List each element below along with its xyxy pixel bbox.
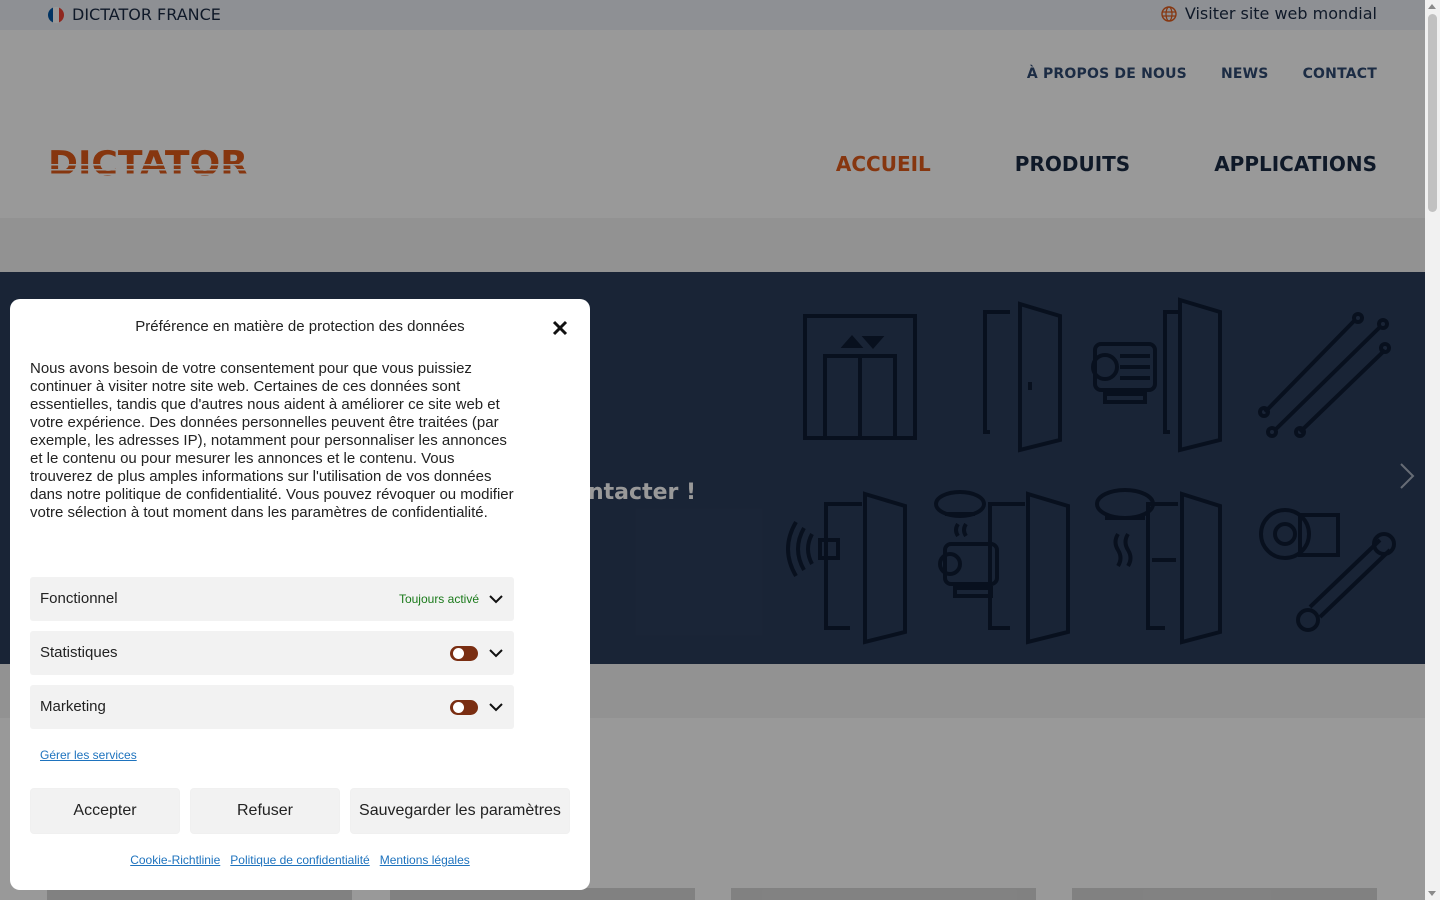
accept-button[interactable]: Accepter <box>30 788 180 834</box>
page-scrollbar[interactable] <box>1425 0 1440 900</box>
category-statistics[interactable]: Statistiques <box>30 631 514 675</box>
manage-services-link[interactable]: Gérer les services <box>40 748 137 762</box>
dialog-title: Préférence en matière de protection des … <box>135 318 465 335</box>
toggle-knob <box>453 702 464 713</box>
always-active-label: Toujours activé <box>398 592 479 606</box>
scroll-up-icon[interactable] <box>1428 4 1436 9</box>
save-settings-button[interactable]: Sauvegarder les paramètres <box>350 788 570 834</box>
cookie-consent-dialog: Préférence en matière de protection des … <box>10 299 590 890</box>
chevron-down-icon[interactable] <box>488 699 504 715</box>
policy-links: Cookie-Richtlinie Politique de confident… <box>10 853 590 867</box>
category-label: Statistiques <box>40 644 118 661</box>
chevron-down-icon[interactable] <box>488 591 504 607</box>
marketing-toggle[interactable] <box>450 700 478 715</box>
category-label: Fonctionnel <box>40 590 118 607</box>
statistics-toggle[interactable] <box>450 646 478 661</box>
privacy-policy-link[interactable]: Politique de confidentialité <box>230 853 369 867</box>
scroll-thumb[interactable] <box>1428 14 1437 212</box>
category-marketing[interactable]: Marketing <box>30 685 514 729</box>
legal-notice-link[interactable]: Mentions légales <box>380 853 470 867</box>
category-functional[interactable]: Fonctionnel Toujours activé <box>30 577 514 621</box>
dialog-body-text: Nous avons besoin de votre consentement … <box>30 360 514 521</box>
close-icon[interactable] <box>551 319 569 337</box>
chevron-down-icon[interactable] <box>488 645 504 661</box>
category-label: Marketing <box>40 698 106 715</box>
toggle-knob <box>453 648 464 659</box>
cookie-policy-link[interactable]: Cookie-Richtlinie <box>130 853 220 867</box>
scroll-down-icon[interactable] <box>1428 891 1436 896</box>
refuse-button[interactable]: Refuser <box>190 788 340 834</box>
